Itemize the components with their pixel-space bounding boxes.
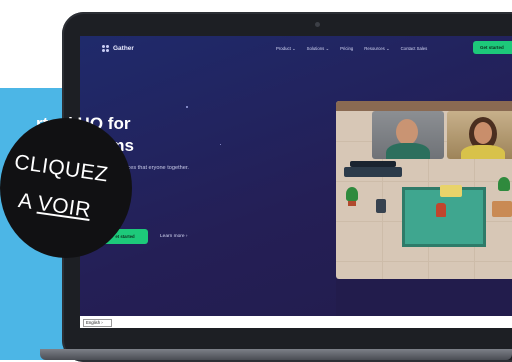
nav-contact-sales[interactable]: Contact Sales	[401, 46, 428, 52]
chair	[376, 199, 386, 213]
nav-resources[interactable]: Resources ⌄	[364, 46, 389, 52]
plant	[498, 177, 510, 191]
participant-face	[474, 122, 492, 144]
office-wall	[336, 101, 512, 111]
boxes	[492, 201, 512, 217]
player-avatar	[436, 203, 446, 217]
get-started-nav-button[interactable]: Get started	[473, 41, 512, 54]
video-tile-1	[372, 111, 444, 159]
gather-logo-icon	[102, 45, 110, 52]
click-to-view-badge[interactable]	[0, 118, 132, 258]
emoji-reactions	[440, 185, 462, 197]
participant-shirt	[386, 143, 430, 159]
nav-product[interactable]: Product ⌄	[276, 46, 296, 52]
star-decoration	[186, 106, 188, 108]
nav-pricing[interactable]: Pricing	[340, 46, 353, 52]
nav-solutions[interactable]: Solutions ⌄	[307, 46, 329, 52]
participant-face	[396, 119, 418, 145]
footer-bar: English ›	[80, 316, 512, 328]
language-selector[interactable]: English ›	[83, 319, 112, 327]
top-nav: Gather Product ⌄ Solutions ⌄ Pricing Res…	[80, 36, 512, 62]
nav-links: Product ⌄ Solutions ⌄ Pricing Resources …	[276, 46, 427, 52]
video-tile-2	[447, 111, 512, 159]
browser-screen: Gather Product ⌄ Solutions ⌄ Pricing Res…	[80, 36, 512, 328]
desk	[344, 167, 402, 177]
laptop-base	[40, 349, 512, 360]
learn-more-link[interactable]: Learn more ›	[160, 232, 187, 241]
webcam-icon	[315, 22, 320, 27]
office-illustration	[336, 101, 512, 279]
brand-name: Gather	[113, 45, 134, 52]
plant	[346, 187, 358, 201]
star-decoration	[220, 144, 221, 145]
brand-logo[interactable]: Gather	[102, 45, 134, 52]
participant-shirt	[461, 145, 505, 159]
monitors	[350, 161, 396, 167]
plant-pot	[348, 201, 356, 206]
